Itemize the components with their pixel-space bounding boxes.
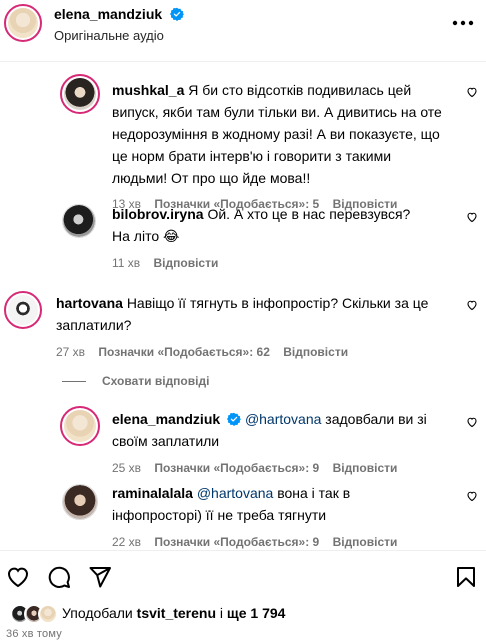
avatar-image [8,8,38,38]
reply-likes[interactable]: Позначки «Подобається»: 9 [154,535,319,549]
comment-body: mushkal_a Я би сто відсотків подивилась … [112,79,450,189]
reply-body: raminalalala @hartovana вона і так в інф… [112,482,442,526]
share-send-icon[interactable] [88,565,112,589]
like-heart-icon[interactable] [466,299,478,311]
liked-prefix: Уподобали [62,605,137,621]
comment-username[interactable]: bilobrov.iryna [112,206,204,222]
post-timestamp[interactable]: 36 хв тому [6,628,62,640]
comment: mushkal_a Я би сто відсотків подивилась … [112,79,450,211]
reply-username[interactable]: elena_mandziuk [112,411,220,427]
comment-username[interactable]: mushkal_a [112,82,184,98]
more-horizontal-icon[interactable] [452,20,474,26]
verified-badge-icon [169,7,184,21]
like-heart-icon[interactable] [6,565,30,589]
reply-button[interactable]: Відповісти [154,256,219,270]
post-header: elena_mandziuk Оригінальне аудіо [0,0,486,62]
comment-likes[interactable]: Позначки «Подобається»: 62 [98,345,269,359]
comment-time[interactable]: 27 хв [56,345,85,359]
avatar-image [63,205,95,237]
reply-time[interactable]: 22 хв [112,535,141,549]
liked-mid: і [216,605,227,621]
comment-body: bilobrov.iryna Ой. А хто це в нас перевз… [112,203,432,247]
like-heart-icon[interactable] [466,416,478,428]
comment-bubble-icon[interactable] [47,565,71,589]
reply-avatar[interactable] [60,406,100,446]
reply-button[interactable]: Відповісти [283,345,348,359]
hide-replies-button[interactable]: Сховати відповіді [102,374,209,388]
header-username[interactable]: elena_mandziuk [54,6,162,22]
header-avatar[interactable] [4,4,42,42]
reply-avatar[interactable] [62,484,98,520]
commenter-avatar[interactable] [60,74,100,114]
bookmark-icon[interactable] [454,565,478,589]
reply-time[interactable]: 25 хв [112,461,141,475]
comment: bilobrov.iryna Ой. А хто це в нас перевз… [112,203,432,270]
like-heart-icon[interactable] [466,86,478,98]
like-heart-icon[interactable] [466,211,478,223]
avatar-image [64,78,96,110]
reply-button[interactable]: Відповісти [333,461,398,475]
comment-body: hartovana Навіщо її тягнуть в інфопрості… [56,292,436,336]
comment: hartovana Навіщо її тягнуть в інфопрості… [56,292,436,359]
reply-meta: 25 хв Позначки «Подобається»: 9 Відповіс… [112,461,442,475]
comment-meta: 27 хв Позначки «Подобається»: 62 Відпові… [56,345,436,359]
reply-likes[interactable]: Позначки «Подобається»: 9 [154,461,319,475]
comment-meta: 11 хв Відповісти [112,256,432,270]
comment-username[interactable]: hartovana [56,295,123,311]
reply-meta: 22 хв Позначки «Подобається»: 9 Відповіс… [112,535,442,549]
reply-body: elena_mandziuk @hartovana задовбали ви з… [112,408,442,452]
verified-badge-icon [227,412,242,426]
audio-label[interactable]: Оригінальне аудіо [54,28,164,43]
likes-text: Уподобали tsvit_terenu і ще 1 794 [62,605,285,621]
reply-mention[interactable]: @hartovana [245,411,321,427]
like-heart-icon[interactable] [466,490,478,502]
reply: raminalalala @hartovana вона і так в інф… [112,482,442,549]
comment-time[interactable]: 11 хв [112,256,140,270]
reply: elena_mandziuk @hartovana задовбали ви з… [112,408,442,475]
commenter-avatar[interactable] [4,291,42,329]
liked-count[interactable]: ще 1 794 [227,605,286,621]
reply-username[interactable]: raminalalala [112,485,193,501]
post-action-bar [0,550,486,604]
liked-user[interactable]: tsvit_terenu [137,605,216,621]
avatar-image [8,295,38,325]
reply-button[interactable]: Відповісти [333,535,398,549]
reply-mention[interactable]: @hartovana [197,485,273,501]
hide-replies-divider [62,381,86,382]
avatar-image [63,485,97,519]
liker-avatar [38,604,58,624]
avatar-image [64,410,96,442]
commenter-avatar[interactable] [62,204,96,238]
